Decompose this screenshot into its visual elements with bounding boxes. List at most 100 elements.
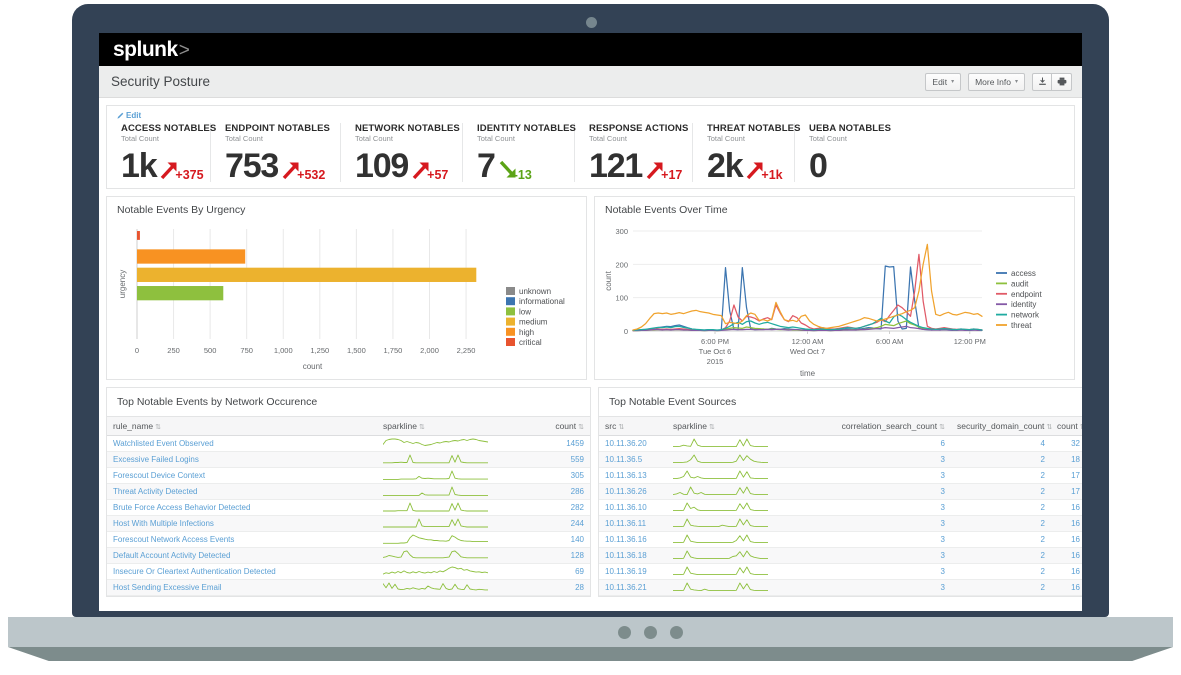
cell-rule-name[interactable]: Brute Force Access Behavior Detected: [107, 500, 377, 516]
cell-count[interactable]: 305: [525, 468, 590, 484]
kpi-tile[interactable]: RESPONSE ACTIONSTotal Count121+17: [575, 123, 693, 182]
table-row[interactable]: Watchlisted Event Observed 1459: [107, 436, 590, 452]
cell-rule-name[interactable]: Host Sending Excessive Email: [107, 580, 377, 596]
table-row[interactable]: Threat Activity Detected 286: [107, 484, 590, 500]
cell-src[interactable]: 10.11.36.19: [599, 564, 667, 580]
cell-count[interactable]: 282: [525, 500, 590, 516]
cell-count[interactable]: 16: [1051, 516, 1082, 532]
cell-correlation-search-count[interactable]: 3: [819, 516, 951, 532]
kpi-tile[interactable]: NETWORK NOTABLESTotal Count109+57: [341, 123, 463, 182]
sort-icon[interactable]: ⇅: [419, 424, 425, 431]
kpi-tile[interactable]: ACCESS NOTABLESTotal Count1k+375: [107, 123, 211, 182]
column-header-sparkline[interactable]: sparkline⇅: [377, 417, 525, 436]
cell-rule-name[interactable]: Host With Multiple Infections: [107, 516, 377, 532]
kpi-tile[interactable]: ENDPOINT NOTABLESTotal Count753+532: [211, 123, 341, 182]
cell-count[interactable]: 16: [1051, 500, 1082, 516]
cell-count[interactable]: 69: [525, 564, 590, 580]
table-row[interactable]: Forescout Device Context 305: [107, 468, 590, 484]
cell-count[interactable]: 16: [1051, 532, 1082, 548]
cell-rule-name[interactable]: Excessive Failed Logins: [107, 452, 377, 468]
cell-security-domain-count[interactable]: 2: [951, 564, 1051, 580]
cell-correlation-search-count[interactable]: 3: [819, 548, 951, 564]
cell-src[interactable]: 10.11.36.18: [599, 548, 667, 564]
bar[interactable]: [137, 286, 223, 300]
table-row[interactable]: 10.11.36.11 3216: [599, 516, 1082, 532]
kpi-tile[interactable]: THREAT NOTABLESTotal Count2k+1k: [693, 123, 795, 182]
table-row[interactable]: Host Sending Excessive Email 28: [107, 580, 590, 596]
cell-rule-name[interactable]: Insecure Or Cleartext Authentication Det…: [107, 564, 377, 580]
cell-src[interactable]: 10.11.36.21: [599, 580, 667, 596]
column-header-security-domain-count[interactable]: security_domain_count⇅: [951, 417, 1051, 436]
cell-correlation-search-count[interactable]: 3: [819, 500, 951, 516]
cell-count[interactable]: 128: [525, 548, 590, 564]
cell-security-domain-count[interactable]: 2: [951, 580, 1051, 596]
panel-edit-link[interactable]: Edit: [107, 110, 1074, 123]
kpi-tile[interactable]: UEBA NOTABLESTotal Count0: [795, 123, 905, 182]
cell-security-domain-count[interactable]: 2: [951, 500, 1051, 516]
cell-security-domain-count[interactable]: 2: [951, 532, 1051, 548]
cell-count[interactable]: 286: [525, 484, 590, 500]
cell-count[interactable]: 32: [1051, 436, 1082, 452]
sort-icon[interactable]: ⇅: [578, 424, 584, 431]
cell-count[interactable]: 28: [525, 580, 590, 596]
table-row[interactable]: Forescout Network Access Events 140: [107, 532, 590, 548]
cell-correlation-search-count[interactable]: 6: [819, 436, 951, 452]
splunk-logo[interactable]: splunk >: [113, 39, 189, 60]
cell-count[interactable]: 16: [1051, 580, 1082, 596]
cell-src[interactable]: 10.11.36.20: [599, 436, 667, 452]
edit-button[interactable]: Edit ▾: [925, 73, 961, 91]
cell-count[interactable]: 559: [525, 452, 590, 468]
cell-count[interactable]: 244: [525, 516, 590, 532]
cell-src[interactable]: 10.11.36.10: [599, 500, 667, 516]
table-row[interactable]: 10.11.36.183216: [599, 548, 1082, 564]
cell-correlation-search-count[interactable]: 3: [819, 468, 951, 484]
cell-correlation-search-count[interactable]: 3: [819, 580, 951, 596]
kpi-tile[interactable]: IDENTITY NOTABLESTotal Count7-13: [463, 123, 575, 182]
print-button[interactable]: [1052, 73, 1072, 91]
table-row[interactable]: 10.11.36.163216: [599, 532, 1082, 548]
table-row[interactable]: 10.11.36.21 3216: [599, 580, 1082, 596]
sort-icon[interactable]: ⇅: [939, 424, 945, 431]
table-row[interactable]: Insecure Or Cleartext Authentication Det…: [107, 564, 590, 580]
column-header-rule-name[interactable]: rule_name⇅: [107, 417, 377, 436]
cell-count[interactable]: 16: [1051, 564, 1082, 580]
table-row[interactable]: 10.11.36.10 3216: [599, 500, 1082, 516]
table-row[interactable]: 10.11.36.19 3216: [599, 564, 1082, 580]
cell-security-domain-count[interactable]: 2: [951, 516, 1051, 532]
bar[interactable]: [137, 231, 140, 240]
cell-src[interactable]: 10.11.36.11: [599, 516, 667, 532]
line-series[interactable]: [633, 244, 982, 330]
cell-correlation-search-count[interactable]: 3: [819, 532, 951, 548]
cell-count[interactable]: 1459: [525, 436, 590, 452]
column-header-src[interactable]: src⇅: [599, 417, 667, 436]
sort-icon[interactable]: ⇅: [618, 424, 624, 431]
column-header-count[interactable]: count⇅: [1051, 417, 1082, 436]
more-info-button[interactable]: More Info ▾: [968, 73, 1025, 91]
export-button[interactable]: [1032, 73, 1052, 91]
bar[interactable]: [137, 249, 245, 263]
sort-icon[interactable]: ⇅: [709, 424, 715, 431]
urgency-bar-chart[interactable]: 02505007501,0001,2501,5001,7502,0002,250…: [107, 221, 586, 379]
cell-security-domain-count[interactable]: 2: [951, 468, 1051, 484]
table-row[interactable]: 10.11.36.263217: [599, 484, 1082, 500]
column-header-count[interactable]: count⇅: [525, 417, 590, 436]
cell-rule-name[interactable]: Forescout Device Context: [107, 468, 377, 484]
cell-security-domain-count[interactable]: 2: [951, 452, 1051, 468]
cell-security-domain-count[interactable]: 2: [951, 548, 1051, 564]
cell-rule-name[interactable]: Forescout Network Access Events: [107, 532, 377, 548]
table-row[interactable]: Default Account Activity Detected128: [107, 548, 590, 564]
overtime-line-chart[interactable]: 01002003006:00 PMTue Oct 6201512:00 AMWe…: [595, 221, 1074, 379]
cell-count[interactable]: 140: [525, 532, 590, 548]
sort-icon[interactable]: ⇅: [155, 424, 161, 431]
column-header-sparkline[interactable]: sparkline⇅: [667, 417, 819, 436]
table-row[interactable]: Brute Force Access Behavior Detected 282: [107, 500, 590, 516]
cell-rule-name[interactable]: Threat Activity Detected: [107, 484, 377, 500]
column-header-correlation-search-count[interactable]: correlation_search_count⇅: [819, 417, 951, 436]
sort-icon[interactable]: ⇅: [1046, 424, 1052, 431]
sort-icon[interactable]: ⇅: [1080, 424, 1082, 431]
table-row[interactable]: Excessive Failed Logins 559: [107, 452, 590, 468]
table-row[interactable]: 10.11.36.206432: [599, 436, 1082, 452]
table-row[interactable]: 10.11.36.53218: [599, 452, 1082, 468]
cell-rule-name[interactable]: Watchlisted Event Observed: [107, 436, 377, 452]
cell-correlation-search-count[interactable]: 3: [819, 564, 951, 580]
